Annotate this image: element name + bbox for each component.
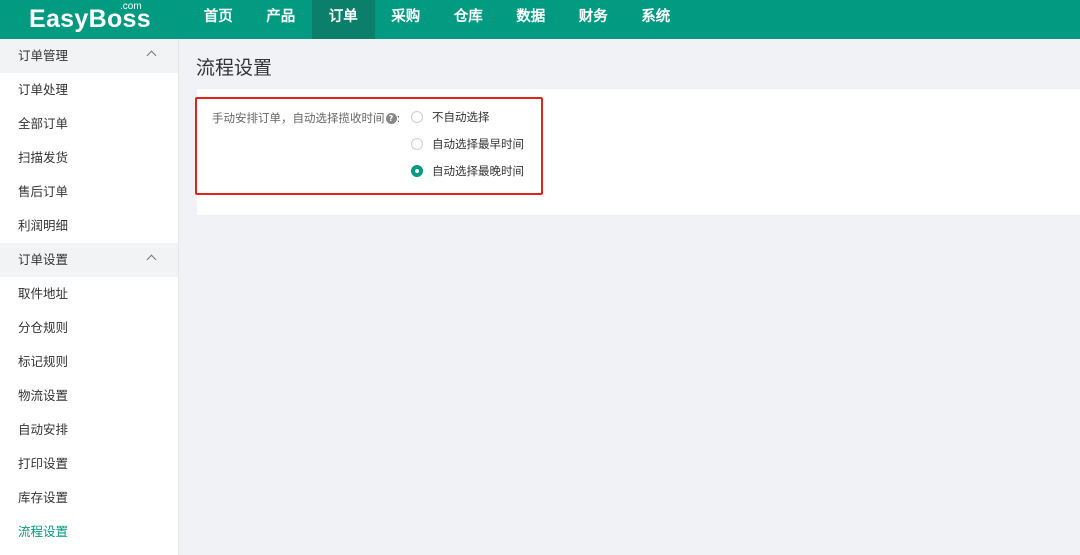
sidebar-group-label: 订单设置 xyxy=(18,252,69,267)
sidebar-item-order-processing[interactable]: 订单处理 xyxy=(0,73,178,107)
nav-home[interactable]: 首页 xyxy=(187,0,250,39)
nav-purchase[interactable]: 采购 xyxy=(375,0,438,39)
sidebar-item-logistics-settings[interactable]: 物流设置 xyxy=(0,379,178,413)
nav-orders[interactable]: 订单 xyxy=(312,0,375,39)
sidebar-item-all-orders[interactable]: 全部订单 xyxy=(0,107,178,141)
sidebar-item-after-sales[interactable]: 售后订单 xyxy=(0,175,178,209)
page-title: 流程设置 xyxy=(196,57,273,79)
sidebar-item-warehouse-rules[interactable]: 分仓规则 xyxy=(0,311,178,345)
sidebar-item-pickup-address[interactable]: 取件地址 xyxy=(0,277,178,311)
nav-system[interactable]: 系统 xyxy=(625,0,688,39)
sidebar-group-order-management[interactable]: 订单管理 xyxy=(0,39,178,73)
nav-data[interactable]: 数据 xyxy=(500,0,563,39)
top-navbar: EasyBoss .com 首页 产品 订单 采购 仓库 数据 财务 系统 xyxy=(0,0,1080,39)
sidebar-group-order-settings[interactable]: 订单设置 xyxy=(0,243,178,277)
sidebar-item-tag-rules[interactable]: 标记规则 xyxy=(0,345,178,379)
nav-finance[interactable]: 财务 xyxy=(562,0,625,39)
nav-warehouse[interactable]: 仓库 xyxy=(437,0,500,39)
sidebar-item-print-settings[interactable]: 打印设置 xyxy=(0,447,178,481)
sidebar-item-process-settings[interactable]: 流程设置 xyxy=(0,515,178,549)
sidebar-item-inventory-settings[interactable]: 库存设置 xyxy=(0,481,178,515)
sidebar-item-scan-ship[interactable]: 扫描发货 xyxy=(0,141,178,175)
main-nav: 首页 产品 订单 采购 仓库 数据 财务 系统 xyxy=(187,0,687,39)
sidebar-item-auto-arrange[interactable]: 自动安排 xyxy=(0,413,178,447)
sidebar-group-label: 订单管理 xyxy=(18,48,69,63)
nav-products[interactable]: 产品 xyxy=(250,0,313,39)
highlight-annotation-box xyxy=(195,97,543,195)
chevron-up-icon xyxy=(146,50,157,61)
logo-suffix: .com xyxy=(120,1,142,12)
sidebar-item-profit-details[interactable]: 利润明细 xyxy=(0,209,178,243)
chevron-up-icon xyxy=(146,254,157,265)
sidebar: 订单管理 订单处理 全部订单 扫描发货 售后订单 利润明细 订单设置 取件地址 … xyxy=(0,39,179,555)
